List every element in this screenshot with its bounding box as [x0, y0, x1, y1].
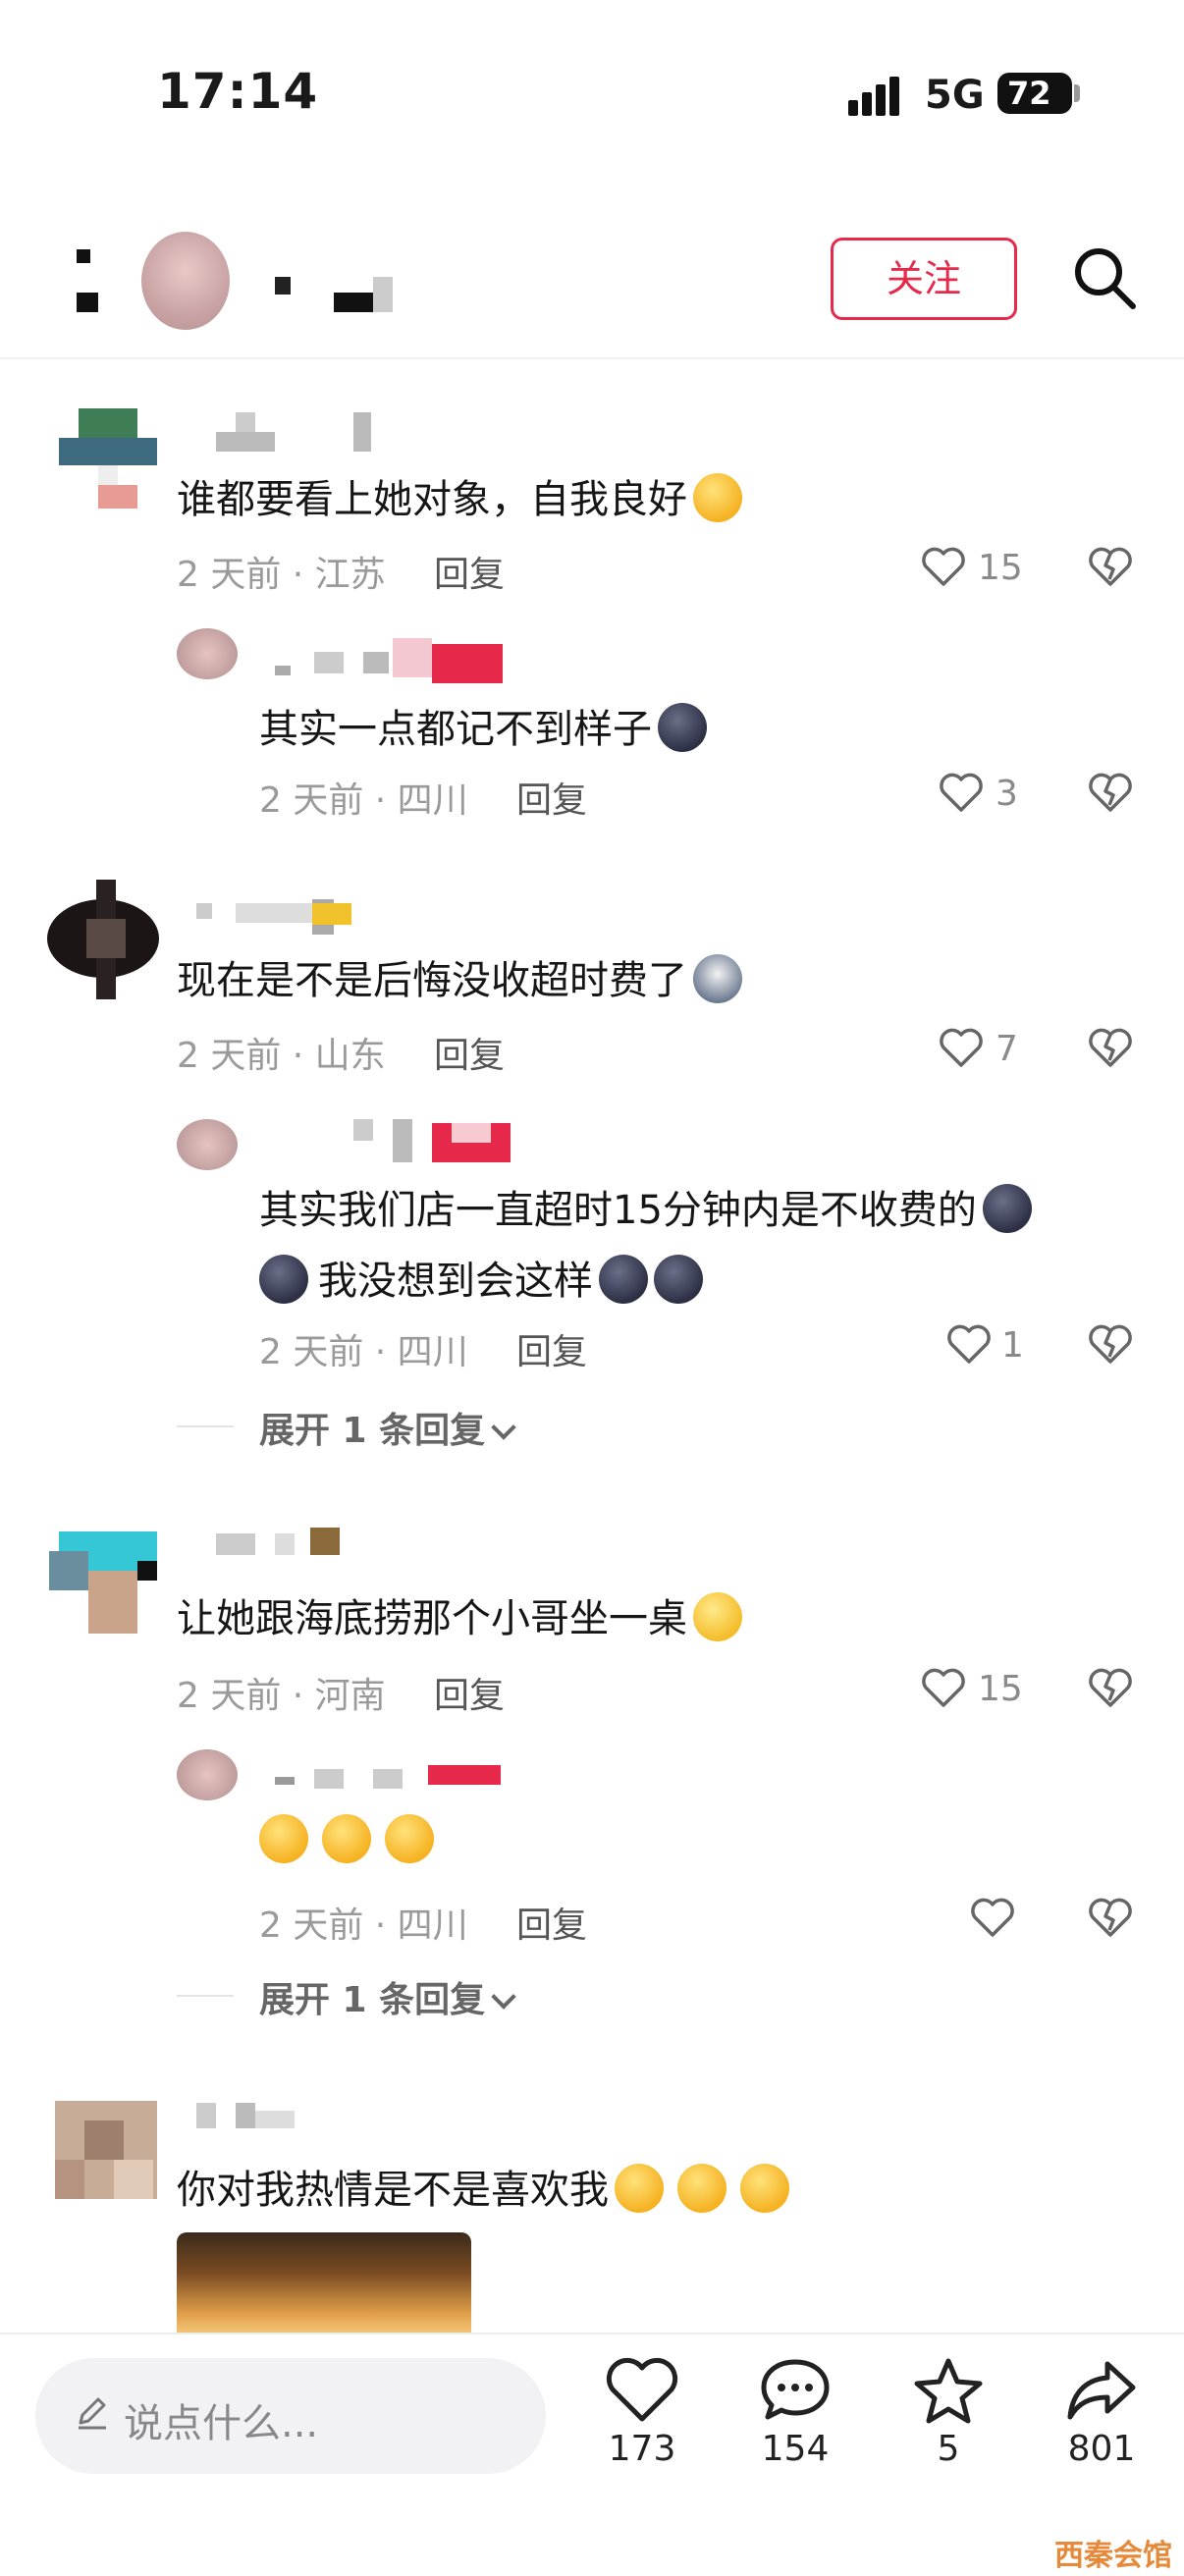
- comment-action[interactable]: 154: [736, 2356, 854, 2469]
- comment-text: 让她跟海底捞那个小哥坐一桌: [177, 1586, 742, 1643]
- username-blurred[interactable]: [216, 1528, 353, 1557]
- reply-username-blurred[interactable]: [275, 1763, 511, 1793]
- avatar[interactable]: [47, 880, 159, 999]
- dislike-icon[interactable]: [1088, 1667, 1133, 1708]
- reply-text-line1: 其实我们店一直超时15分钟内是不收费的: [259, 1178, 1032, 1235]
- comment-text: 现在是不是后悔没收超时费了: [177, 948, 742, 1005]
- share-icon: [1067, 2361, 1136, 2420]
- reply-username-blurred[interactable]: [295, 1119, 520, 1162]
- dislike-icon[interactable]: [1088, 772, 1133, 813]
- reply-text: [259, 1814, 434, 1863]
- reply-button[interactable]: 回复: [516, 1897, 587, 1948]
- avatar[interactable]: [49, 1531, 159, 1634]
- like-count: 3: [996, 774, 1018, 814]
- heart-icon[interactable]: [939, 1027, 984, 1068]
- favorite-count: 5: [937, 2429, 960, 2469]
- comment-image[interactable]: [177, 2232, 471, 2334]
- share-count: 801: [1067, 2429, 1136, 2469]
- comment-meta: 2 天前 · 江苏: [177, 555, 386, 595]
- like-count: 7: [996, 1029, 1018, 1069]
- reply-avatar[interactable]: [177, 628, 238, 679]
- watermark: 西秦会馆: [1054, 2539, 1172, 2573]
- share-action[interactable]: 801: [1043, 2356, 1160, 2469]
- expand-replies-button[interactable]: 展开 1 条回复: [259, 1971, 516, 2022]
- heart-icon[interactable]: [939, 772, 984, 813]
- battery-tip: [1074, 84, 1080, 102]
- like-count: 15: [978, 1669, 1023, 1709]
- dislike-icon[interactable]: [1088, 546, 1133, 587]
- heart-icon[interactable]: [946, 1323, 992, 1365]
- thinking-emoji: [615, 2164, 664, 2213]
- reply-username-blurred[interactable]: [275, 638, 511, 683]
- reply-button[interactable]: 回复: [516, 1323, 587, 1374]
- comment-count: 154: [761, 2429, 830, 2469]
- comment-bubble-icon: [761, 2359, 830, 2420]
- reply-meta: 2 天前 · 四川: [259, 780, 468, 821]
- laugh-cry-emoji: [259, 1814, 308, 1863]
- thinking-emoji: [677, 2164, 727, 2213]
- search-icon[interactable]: [1070, 243, 1139, 312]
- avatar[interactable]: [55, 2101, 157, 2199]
- username-blurred[interactable]: [196, 2101, 304, 2130]
- comment-meta: 2 天前 · 河南: [177, 1676, 386, 1716]
- signal-icon: [848, 77, 907, 116]
- comment-input-placeholder: 说点什么...: [124, 2401, 319, 2446]
- heart-icon[interactable]: [921, 1667, 966, 1708]
- reply-button[interactable]: 回复: [434, 1667, 505, 1718]
- comment-meta: 2 天前 · 山东: [177, 1036, 386, 1076]
- username-blurred[interactable]: [196, 899, 363, 935]
- heart-icon[interactable]: [921, 546, 966, 587]
- laugh-cry-emoji: [322, 1814, 371, 1863]
- dislike-icon[interactable]: [1088, 1323, 1133, 1365]
- heart-icon: [606, 2357, 678, 2422]
- follow-button[interactable]: 关注: [831, 238, 1017, 320]
- like-action[interactable]: 173: [583, 2356, 701, 2469]
- thinking-emoji: [740, 2164, 789, 2213]
- chevron-down-icon: [491, 1984, 516, 2010]
- status-time: 17:14: [157, 63, 319, 120]
- like-count: 173: [608, 2429, 676, 2469]
- husky-emoji: [693, 954, 742, 1003]
- pencil-icon: [79, 2397, 106, 2430]
- avatar[interactable]: [59, 408, 157, 510]
- comment-text: 谁都要看上她对象，自我良好: [177, 467, 742, 524]
- like-count: 1: [1001, 1325, 1024, 1366]
- comment-text: 你对我热情是不是喜欢我: [177, 2158, 789, 2215]
- moon-face-emoji: [654, 1255, 703, 1304]
- reply-meta: 2 天前 · 四川: [259, 1905, 468, 1946]
- moon-face-emoji: [982, 1184, 1032, 1233]
- author-info-blurred[interactable]: [73, 232, 446, 340]
- dislike-icon[interactable]: [1088, 1897, 1133, 1938]
- network-label: 5G: [925, 73, 985, 118]
- username-blurred[interactable]: [216, 412, 373, 452]
- reply-button[interactable]: 回复: [434, 1027, 505, 1078]
- dislike-icon[interactable]: [1088, 1027, 1133, 1068]
- reply-button[interactable]: 回复: [516, 772, 587, 823]
- reply-text: 其实一点都记不到样子: [259, 697, 707, 754]
- reply-button[interactable]: 回复: [434, 546, 505, 597]
- moon-face-emoji: [599, 1255, 648, 1304]
- chevron-down-icon: [491, 1415, 516, 1440]
- laugh-cry-emoji: [693, 473, 742, 522]
- reply-avatar[interactable]: [177, 1749, 238, 1800]
- laugh-cry-emoji: [385, 1814, 434, 1863]
- favorite-action[interactable]: 5: [889, 2356, 1007, 2469]
- header-divider: [0, 357, 1184, 359]
- reply-avatar[interactable]: [177, 1119, 238, 1170]
- moon-face-emoji: [658, 703, 707, 752]
- expand-replies-button[interactable]: 展开 1 条回复: [259, 1402, 516, 1453]
- battery-icon: 72: [997, 73, 1072, 114]
- expand-divider: [177, 1425, 234, 1427]
- star-icon: [914, 2358, 983, 2424]
- expand-divider: [177, 1995, 234, 1997]
- moon-face-emoji: [259, 1255, 308, 1304]
- reply-meta: 2 天前 · 四川: [259, 1332, 468, 1372]
- sweat-smile-emoji: [693, 1592, 742, 1641]
- reply-text-line2: 我没想到会这样: [259, 1249, 703, 1306]
- like-count: 15: [978, 548, 1023, 588]
- heart-icon[interactable]: [970, 1897, 1015, 1938]
